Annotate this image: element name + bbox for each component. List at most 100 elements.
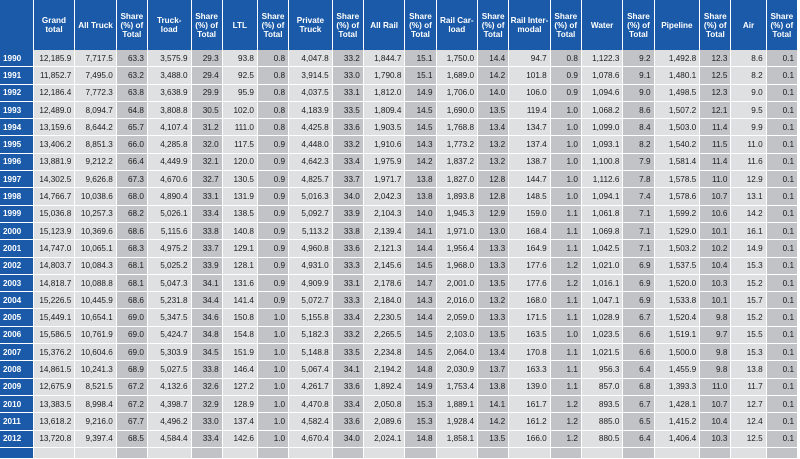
cell-air-share: 0.1 [766, 118, 799, 137]
cell-rail-share: 14.4 [404, 239, 437, 258]
cell-truck-share: 63.3 [116, 50, 148, 68]
cell-truck: 7,717.5 [74, 50, 117, 68]
cell-rail: 2,178.6 [363, 274, 406, 293]
cell-water-share: 6.9 [622, 257, 655, 275]
cell-rail-share: 15.1 [404, 66, 437, 85]
cell-air-share: 0.1 [766, 257, 799, 275]
cell-pipeline: 1,503.2 [654, 239, 701, 258]
cell-water-share: 9.2 [622, 50, 655, 68]
cell-private: 4,183.9 [288, 101, 333, 120]
cell-grand: 15,449.1 [33, 308, 76, 327]
cell-intermodal: 159.0 [508, 205, 551, 223]
cell-air: 15.3 [730, 343, 767, 362]
table-row: 2008 14,861.5 10,241.3 68.9 5,027.5 33.8 146.4… [0, 360, 799, 379]
cell-truck-share: 68.0 [116, 187, 148, 206]
table-row: 2012 13,720.8 9,397.4 68.5 4,584.4 33.4 142.6 1… [0, 430, 799, 448]
cell-year: 1998 [0, 187, 34, 206]
cell-private: 5,092.7 [288, 205, 333, 223]
cell-grand: 12,186.4 [33, 84, 76, 102]
cell-water-share: 7.1 [622, 239, 655, 258]
cell-pipeline: 1,428.1 [654, 395, 701, 414]
table-header-row: Grand total All Truck Share (%) of Total Tr… [0, 0, 799, 50]
cell-intermodal-share: 1.0 [550, 118, 582, 137]
cell-ltl-share: 0.8 [257, 50, 290, 68]
cell-intermodal: 164.9 [508, 239, 551, 258]
cell-carload: 2,016.0 [436, 291, 479, 310]
cell-rail-share: 14.9 [404, 84, 437, 102]
cell-grand: 15,376.2 [33, 343, 76, 362]
cell-truck-share: 67.3 [116, 170, 148, 189]
cell-truck: 10,257.3 [74, 205, 117, 223]
cell-air: 15.2 [730, 274, 767, 293]
table-row: 2000 15,123.9 10,369.6 68.6 5,115.6 33.8 140.8… [0, 222, 799, 241]
cell-grand: 13,159.6 [33, 118, 76, 137]
cell-grand: 14,747.0 [33, 239, 76, 258]
cell-intermodal: 168.4 [508, 222, 551, 241]
table-body: 1990 12,185.9 7,717.5 63.3 3,575.9 29.3 93.8 0.… [0, 50, 799, 459]
cell-rail-share: 14.8 [404, 430, 437, 448]
cell-air: 8.6 [730, 50, 767, 68]
cell-private: 4,425.8 [288, 118, 333, 137]
cell-pipeline-share: 11.5 [699, 135, 732, 154]
cell-carload: 1,928.4 [436, 412, 479, 431]
cell-truck: 10,038.6 [74, 187, 117, 206]
cell-rail-share: 13.8 [404, 187, 437, 206]
cell-private: 3,914.5 [288, 66, 333, 85]
table-row: 2007 15,376.2 10,604.6 69.0 5,303.9 34.5 151.9… [0, 343, 799, 362]
cell-carload-share: 14.2 [477, 66, 510, 85]
cell-truck-share: 69.0 [116, 343, 148, 362]
cell-intermodal-share: 1.0 [550, 101, 582, 120]
cell-carload: 1,968.0 [436, 257, 479, 275]
cell-empty [654, 447, 701, 459]
cell-intermodal: 148.5 [508, 187, 551, 206]
cell-pipeline-share: 12.3 [699, 50, 732, 68]
cell-grand: 15,036.8 [33, 205, 76, 223]
cell-tl-share: 29.3 [191, 50, 223, 68]
cell-intermodal-share: 1.1 [550, 360, 582, 379]
cell-ltl: 138.5 [222, 205, 258, 223]
cell-private: 5,148.8 [288, 343, 333, 362]
cell-air-share: 0.1 [766, 360, 799, 379]
cell-tl-share: 33.8 [191, 360, 223, 379]
cell-private: 4,261.7 [288, 378, 333, 396]
cell-air-share: 0.1 [766, 153, 799, 172]
table-row: 1994 13,159.6 8,644.2 65.7 4,107.4 31.2 111.0 0… [0, 118, 799, 137]
cell-water-share: 7.8 [622, 170, 655, 189]
cell-tl-share: 34.4 [191, 291, 223, 310]
cell-carload: 1,858.1 [436, 430, 479, 448]
cell-truck-share: 68.1 [116, 274, 148, 293]
cell-truck: 8,094.7 [74, 101, 117, 120]
cell-private-share: 33.1 [332, 274, 364, 293]
cell-water-share: 6.7 [622, 395, 655, 414]
cell-truck-share: 69.0 [116, 308, 148, 327]
cell-pipeline: 1,581.4 [654, 153, 701, 172]
cell-private: 4,448.0 [288, 135, 333, 154]
table-row: 1991 11,852.7 7,495.0 63.2 3,488.0 29.4 92.5 0.… [0, 66, 799, 85]
cell-pipeline-share: 10.3 [699, 430, 732, 448]
cell-ltl-share: 0.8 [257, 66, 290, 85]
column-header-carload: Rail Car-load [436, 0, 479, 50]
cell-carload-share: 13.8 [477, 378, 510, 396]
cell-air-share: 0.1 [766, 412, 799, 431]
cell-rail-share: 14.8 [404, 360, 437, 379]
cell-ltl: 137.4 [222, 412, 258, 431]
cell-carload-share: 14.0 [477, 84, 510, 102]
cell-intermodal: 138.7 [508, 153, 551, 172]
cell-intermodal: 94.7 [508, 50, 551, 68]
column-header-ltl-share: Share (%) of Total [257, 0, 290, 50]
cell-tl-share: 31.2 [191, 118, 223, 137]
cell-carload-share: 13.5 [477, 101, 510, 120]
cell-intermodal: 170.8 [508, 343, 551, 362]
cell-air-share: 0.1 [766, 274, 799, 293]
cell-empty [508, 447, 551, 459]
cell-pipeline: 1,537.5 [654, 257, 701, 275]
cell-grand: 15,586.5 [33, 326, 76, 345]
cell-grand: 13,720.8 [33, 430, 76, 448]
column-header-year [0, 0, 34, 50]
cell-private-share: 33.8 [332, 222, 364, 241]
cell-carload-share: 13.3 [477, 239, 510, 258]
cell-private-share: 33.6 [332, 378, 364, 396]
cell-tl-share: 32.7 [191, 170, 223, 189]
cell-water: 880.5 [581, 430, 624, 448]
cell-empty [766, 447, 799, 459]
